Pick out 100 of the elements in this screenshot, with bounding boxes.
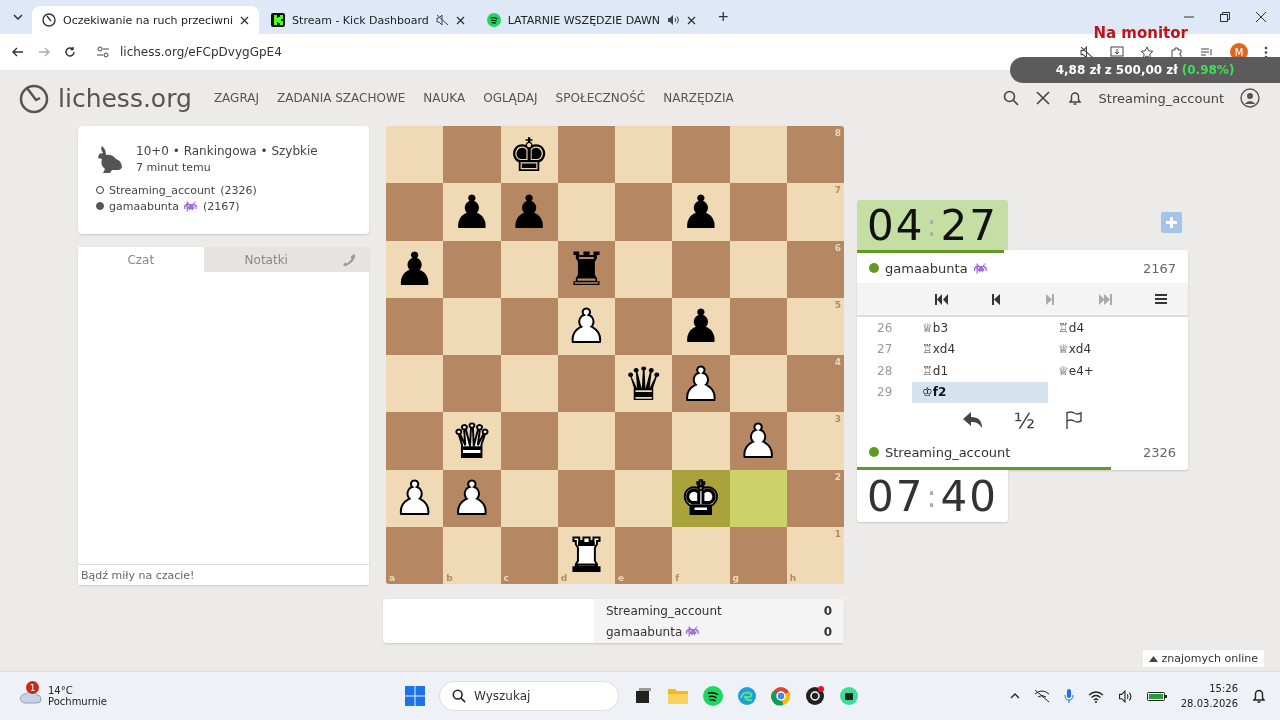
task-view-icon[interactable] [633, 686, 653, 706]
board-square[interactable] [557, 469, 615, 527]
no-network-icon[interactable] [1033, 689, 1050, 703]
board-square[interactable]: ♟ [672, 183, 730, 241]
chess-piece[interactable]: ♟ [451, 188, 493, 235]
folder-icon[interactable] [667, 686, 689, 706]
restore-icon[interactable] [1220, 12, 1230, 22]
board-square[interactable]: ♜ [557, 240, 615, 298]
close-icon[interactable] [687, 15, 697, 25]
board-square[interactable] [729, 355, 787, 413]
chess-piece[interactable]: ♚ [508, 131, 550, 178]
nav-link[interactable]: ZADANIA SZACHOWE [277, 91, 406, 105]
chess-piece[interactable]: ♟ [508, 188, 550, 235]
install-icon[interactable] [1110, 45, 1124, 59]
chess-piece[interactable]: ♜ [565, 246, 607, 293]
extensions-icon[interactable] [1170, 45, 1184, 59]
board-square[interactable] [386, 126, 444, 184]
taskbar-clock[interactable]: 15:26 28.03.2026 [1180, 681, 1238, 711]
site-settings-icon[interactable] [96, 46, 110, 58]
media-queue-icon[interactable] [1200, 45, 1214, 59]
player-name[interactable]: Streaming_account [606, 603, 722, 618]
notification-bell-icon[interactable] [1252, 688, 1266, 704]
taskbar-search[interactable]: Wyszukaj [439, 681, 619, 711]
forward-icon[interactable] [38, 46, 50, 58]
player-name[interactable]: Streaming_account [109, 183, 216, 197]
browser-wave-icon[interactable] [737, 686, 757, 706]
friends-online-button[interactable]: znajomych online [1143, 650, 1264, 667]
bell-icon[interactable] [1066, 90, 1083, 106]
close-icon[interactable] [455, 15, 465, 25]
player-name[interactable]: gamaabunta [885, 260, 968, 276]
browser-tab[interactable]: LATARNIE WSZĘDZIE DAWN [476, 6, 707, 34]
user-menu[interactable]: Streaming_account [1098, 90, 1224, 106]
board-square[interactable] [557, 126, 615, 184]
move[interactable]: ♖d1 [912, 360, 1048, 382]
resign-flag-button[interactable] [1065, 411, 1084, 429]
back-icon[interactable] [12, 46, 24, 58]
chess-piece[interactable]: ♟ [680, 303, 722, 350]
menu-icon[interactable] [1264, 45, 1268, 59]
search-icon[interactable] [1002, 90, 1019, 106]
music-app-icon[interactable] [703, 686, 723, 706]
board-square[interactable]: ♟ [386, 240, 444, 298]
chess-piece[interactable]: ♛ [623, 360, 665, 407]
new-tab-button[interactable]: + [714, 6, 733, 28]
board-square[interactable]: ♛ [443, 412, 501, 470]
board-square[interactable]: ♟ [500, 183, 558, 241]
board-square[interactable] [615, 126, 673, 184]
move[interactable]: ♖xd4 [912, 338, 1048, 360]
board-square[interactable] [557, 355, 615, 413]
user-icon[interactable] [1240, 88, 1260, 108]
speaker-icon[interactable] [1117, 689, 1133, 703]
move[interactable]: ♕b3 [912, 317, 1048, 339]
board-square[interactable]: ♛ [615, 355, 673, 413]
board-square[interactable] [386, 355, 444, 413]
board-square[interactable]: ♚ [500, 126, 558, 184]
browser-circle-icon[interactable] [771, 686, 791, 706]
close-icon[interactable] [240, 15, 250, 25]
board-square[interactable] [729, 297, 787, 355]
wifi-icon[interactable] [1087, 689, 1104, 703]
crossed-swords-icon[interactable] [1034, 90, 1051, 106]
muted-speaker-icon[interactable] [1080, 45, 1094, 59]
chat-tab[interactable]: Czat [78, 247, 204, 272]
nav-link[interactable]: SPOŁECZNOŚĆ [555, 91, 646, 105]
microphone-icon[interactable] [1063, 688, 1074, 704]
player-name[interactable]: gamaabunta [606, 624, 683, 639]
close-icon[interactable] [1256, 12, 1266, 22]
player-name[interactable]: Streaming_account [885, 444, 1011, 460]
board-square[interactable] [500, 297, 558, 355]
board-square[interactable] [500, 469, 558, 527]
move[interactable]: ♕xd4 [1048, 338, 1184, 360]
chess-piece[interactable]: ♛ [451, 417, 493, 464]
chess-piece[interactable]: ♟ [680, 188, 722, 235]
speaker-icon[interactable] [667, 14, 681, 26]
board-square[interactable] [500, 240, 558, 298]
recording-app-icon[interactable] [805, 686, 825, 706]
nav-link[interactable]: OGLĄDAJ [483, 91, 538, 105]
board-square[interactable]: ♟ [672, 297, 730, 355]
draw-offer-button[interactable]: ½ [1013, 407, 1036, 433]
board-square[interactable] [729, 469, 787, 527]
board-square[interactable] [615, 240, 673, 298]
battery-icon[interactable] [1146, 690, 1167, 702]
takeback-button[interactable] [961, 411, 984, 429]
board-square[interactable] [615, 297, 673, 355]
add-time-button[interactable] [1161, 212, 1182, 233]
player-name[interactable]: gamaabunta [109, 199, 179, 213]
tab-search-icon[interactable] [13, 14, 23, 20]
star-icon[interactable] [1140, 45, 1154, 59]
site-logo[interactable]: lichess.org [18, 82, 192, 114]
nav-link[interactable]: ZAGRAJ [213, 91, 259, 105]
board-square[interactable] [729, 126, 787, 184]
move[interactable]: ♖d4 [1048, 317, 1184, 339]
start-icon[interactable] [405, 686, 425, 706]
board-square[interactable] [500, 355, 558, 413]
chat-input[interactable]: Bądź miły na czacie! [78, 564, 369, 585]
nav-link[interactable]: NAUKA [423, 91, 466, 105]
board-square[interactable]: ♟ [443, 183, 501, 241]
move[interactable]: ♔f2 [912, 381, 1048, 403]
browser-tab[interactable]: Stream - Kick Dashboard [261, 6, 475, 34]
move[interactable]: ♕e4+ [1048, 360, 1184, 382]
board-square[interactable] [386, 297, 444, 355]
browser-tab[interactable]: Oczekiwanie na ruch przeciwni [32, 6, 260, 34]
